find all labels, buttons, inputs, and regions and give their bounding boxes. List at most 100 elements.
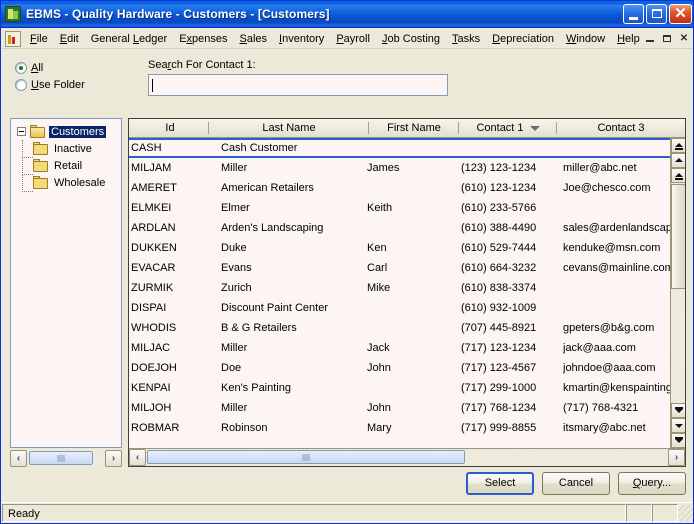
mdi-system-menu-icon[interactable] — [5, 30, 21, 47]
grid-vscrollbar[interactable] — [670, 138, 685, 448]
select-button[interactable]: Select — [466, 472, 534, 495]
grid-column-header-contact-3[interactable]: Contact 3 — [557, 119, 685, 137]
tree-node-inactive[interactable]: Inactive — [13, 140, 121, 158]
scroll-line-up-button[interactable] — [671, 168, 685, 183]
mdi-minimize-button[interactable] — [642, 31, 658, 46]
grid-row[interactable]: DISPAI Discount Paint Center (610) 932-100… — [129, 298, 670, 318]
menu-edit[interactable]: Edit — [54, 31, 85, 47]
status-message: Ready — [2, 503, 626, 522]
menu-window[interactable]: Window — [560, 31, 611, 47]
folder-tree[interactable]: Customers Inactive Retail Wholesale — [10, 118, 122, 448]
grid-vscroll-thumb[interactable] — [671, 184, 685, 289]
menu-depreciation[interactable]: Depreciation — [486, 31, 560, 47]
grid-cell-contact-3: jack@aaa.com — [563, 342, 636, 354]
search-input[interactable] — [153, 79, 443, 91]
tree-hscrollbar[interactable]: ‹ › — [10, 450, 122, 467]
menubar-items: File Edit General Ledger Expenses Sales Inven… — [24, 31, 646, 47]
tree-node-customers[interactable]: Customers — [13, 123, 121, 140]
tree-scroll-track[interactable] — [27, 450, 105, 467]
radio-all-dot — [15, 62, 27, 74]
menu-job-costing[interactable]: Job Costing — [376, 31, 446, 47]
minimize-button[interactable] — [623, 4, 644, 24]
grid-cell-id: ARDLAN — [131, 222, 176, 234]
grid-row[interactable]: DOEJOH Doe John (717) 123-4567 johndoe@aaa.c… — [129, 358, 670, 378]
grid-row[interactable]: ELMKEI Elmer Keith (610) 233-5766 — [129, 198, 670, 218]
folder-open-icon — [30, 125, 46, 138]
tree-scroll-thumb[interactable] — [29, 451, 93, 465]
scroll-line-down-button[interactable] — [671, 403, 685, 418]
grid-cell-last-name: Robinson — [221, 422, 268, 434]
menu-file[interactable]: File — [24, 31, 54, 47]
grid-row[interactable]: CASH Cash Customer — [129, 138, 670, 158]
scroll-page-up-button[interactable] — [671, 153, 685, 168]
menu-tasks[interactable]: Tasks — [446, 31, 486, 47]
collapse-icon[interactable] — [17, 127, 26, 136]
mdi-close-button[interactable]: ✕ — [676, 31, 692, 46]
grid-cell-last-name: Cash Customer — [221, 142, 298, 154]
grid-row[interactable]: ZURMIK Zurich Mike (610) 838-3374 — [129, 278, 670, 298]
grid-body[interactable]: CASH Cash Customer MILJAM Miller James (123) … — [129, 138, 670, 448]
grid-row[interactable]: MILJAM Miller James (123) 123-1234 miller@ab… — [129, 158, 670, 178]
grid-hscrollbar[interactable]: ‹ › — [129, 448, 685, 466]
menu-general-ledger[interactable]: General Ledger — [85, 31, 173, 47]
cancel-button[interactable]: Cancel — [542, 472, 610, 495]
grid-column-header-label: Id — [165, 122, 175, 134]
grid-cell-first-name: Mike — [367, 282, 391, 294]
grid-cell-last-name: B & G Retailers — [221, 322, 297, 334]
query-button[interactable]: Query... — [618, 472, 686, 495]
grid-cell-id: KENPAI — [131, 382, 171, 394]
grid-cell-first-name: Carl — [367, 262, 388, 274]
grid-cell-id: CASH — [131, 142, 162, 154]
grid-scroll-thumb[interactable] — [147, 450, 465, 464]
window-controls: ✕ — [623, 4, 692, 24]
grid-row[interactable]: EVACAR Evans Carl (610) 664-3232 cevans@main… — [129, 258, 670, 278]
tree-node-wholesale[interactable]: Wholesale — [13, 174, 121, 192]
tree-node-label: Retail — [54, 159, 83, 172]
tree-scroll-right-button[interactable]: › — [105, 450, 122, 467]
grid-column-header-contact-1[interactable]: Contact 1 — [459, 119, 557, 137]
radio-use-folder[interactable]: Use Folder — [15, 77, 85, 93]
customers-grid[interactable]: Id Last Name First Name Contact 1 Contact 3 … — [128, 118, 686, 467]
tree-scroll-left-button[interactable]: ‹ — [10, 450, 27, 467]
grid-row[interactable]: MILJOH Miller John (717) 768-1234 (717) 768-… — [129, 398, 670, 418]
grid-cell-first-name: James — [367, 162, 400, 174]
menu-sales[interactable]: Sales — [234, 31, 274, 47]
grid-column-header-first-name[interactable]: First Name — [369, 119, 459, 137]
tree-node-retail[interactable]: Retail — [13, 157, 121, 175]
search-panel: All Use Folder Search For Contact 1: — [2, 50, 693, 112]
grid-row[interactable]: WHODIS B & G Retailers (707) 445-8921 gpete… — [129, 318, 670, 338]
grid-cell-first-name: Ken — [367, 242, 387, 254]
ebms-app-icon[interactable] — [5, 6, 21, 22]
menu-expenses[interactable]: Expenses — [173, 31, 233, 47]
radio-all-label: All — [31, 62, 44, 74]
close-button[interactable]: ✕ — [669, 4, 692, 24]
grid-column-header-id[interactable]: Id — [131, 119, 209, 137]
menu-help[interactable]: Help — [611, 31, 646, 47]
scroll-bottom-button[interactable] — [671, 433, 685, 448]
grid-row[interactable]: ROBMAR Robinson Mary (717) 999-8855 itsmary@… — [129, 418, 670, 438]
radio-use-folder-label: Use Folder — [31, 79, 85, 91]
folder-icon — [33, 159, 49, 172]
maximize-button[interactable] — [646, 4, 667, 24]
grid-cell-last-name: Miller — [221, 402, 248, 414]
grid-scroll-track[interactable] — [146, 449, 668, 466]
grid-cell-last-name: Miller — [221, 162, 248, 174]
grid-row[interactable]: KENPAI Ken's Painting (717) 299-1000 kmarti… — [129, 378, 670, 398]
menu-inventory[interactable]: Inventory — [273, 31, 330, 47]
grid-row[interactable]: MILJAC Miller Jack (717) 123-1234 jack@aaa.c… — [129, 338, 670, 358]
grid-column-header-last-name[interactable]: Last Name — [209, 119, 369, 137]
scroll-page-down-button[interactable] — [671, 418, 685, 433]
grid-scroll-left-button[interactable]: ‹ — [129, 449, 146, 466]
grid-row[interactable]: DUKKEN Duke Ken (610) 529-7444 kenduke@msn.c… — [129, 238, 670, 258]
scroll-top-button[interactable] — [671, 138, 685, 153]
radio-all[interactable]: All — [15, 60, 85, 76]
grid-row[interactable]: ARDLAN Arden's Landscaping (610) 388-4490 s… — [129, 218, 670, 238]
resize-grip[interactable] — [678, 504, 693, 521]
grid-row[interactable]: AMERET American Retailers (610) 123-1234 Jo… — [129, 178, 670, 198]
mdi-restore-button[interactable] — [659, 31, 675, 46]
grid-cell-contact-3: johndoe@aaa.com — [563, 362, 656, 374]
menu-payroll[interactable]: Payroll — [330, 31, 376, 47]
grid-scroll-right-button[interactable]: › — [668, 449, 685, 466]
grid-cell-contact-1: (707) 445-8921 — [461, 322, 537, 334]
search-input-box[interactable] — [148, 74, 448, 96]
